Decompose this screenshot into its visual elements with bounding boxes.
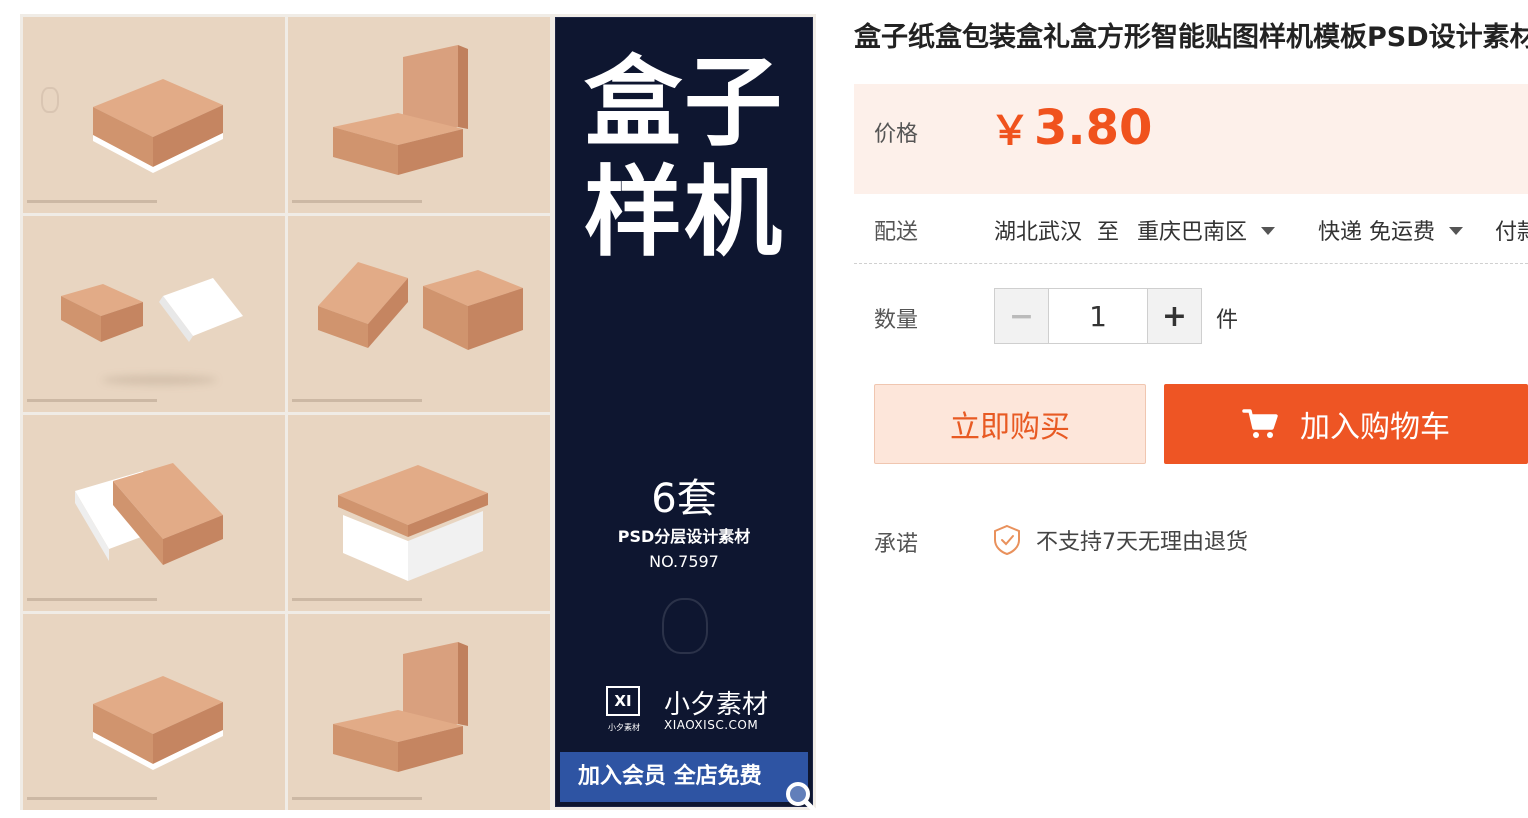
buy-now-button[interactable]: 立即购买 — [874, 384, 1146, 464]
caption-line — [27, 797, 157, 800]
caption-line — [292, 399, 422, 402]
product-gallery: 盒子 样机 6套 PSD分层设计素材 NO.7597 XI 小夕素材 小夕素材 … — [20, 14, 819, 815]
preview-thumb[interactable] — [288, 216, 550, 412]
quantity-unit: 件 — [1216, 308, 1239, 333]
buy-now-label: 立即购买 — [950, 410, 1070, 445]
delivery-origin: 湖北武汉 至 — [994, 214, 1119, 246]
brand-block: XI 小夕素材 小夕素材 XIAOXISC.COM — [606, 686, 776, 736]
delivery-row: 配送 湖北武汉 至 重庆巴南区 快递 免运费 付款 — [854, 200, 1528, 264]
box-mockup-image — [318, 262, 523, 350]
increase-button[interactable]: + — [1147, 289, 1201, 343]
price-label: 价格 — [874, 122, 919, 147]
preview-thumb[interactable] — [23, 415, 285, 611]
price-value: ￥3.80 — [990, 98, 1152, 156]
brand-logo-sub: 小夕素材 — [608, 723, 640, 732]
banner-subtitle: PSD分层设计素材 — [617, 527, 751, 546]
caption-line — [292, 200, 422, 203]
product-banner[interactable]: 盒子 样机 6套 PSD分层设计素材 NO.7597 XI 小夕素材 小夕素材 … — [555, 17, 813, 807]
banner-title-line2: 样机 — [583, 156, 784, 270]
preview-thumb[interactable] — [288, 415, 550, 611]
member-banner[interactable]: 加入会员 全店免费 — [560, 752, 808, 802]
box-mockup-image — [93, 676, 223, 770]
to-word: 至 — [1097, 220, 1120, 245]
caption-line — [27, 598, 157, 601]
caption-line — [292, 797, 422, 800]
promise-label: 承诺 — [874, 532, 919, 557]
price-number: 3.80 — [1034, 100, 1153, 156]
preview-thumb[interactable] — [23, 216, 285, 412]
brand-site: XIAOXISC.COM — [664, 718, 759, 732]
caption-line — [27, 200, 157, 203]
delivery-label: 配送 — [874, 220, 919, 245]
banner-title-line1: 盒子 — [583, 46, 784, 160]
quantity-input[interactable]: 1 — [1049, 289, 1147, 343]
decrease-button[interactable]: − — [995, 289, 1049, 343]
shield-check-icon — [994, 524, 1020, 556]
mascot-watermark-icon — [662, 598, 708, 654]
magnifier-icon[interactable] — [782, 778, 822, 818]
brand-logo: XI — [606, 686, 640, 716]
add-to-cart-button[interactable]: 加入购物车 — [1164, 384, 1528, 464]
currency-symbol: ￥ — [990, 108, 1030, 154]
box-mockup-image — [333, 45, 468, 175]
banner-set-count: 6套 — [651, 476, 717, 522]
brand-name: 小夕素材 — [664, 690, 769, 720]
destination-select[interactable]: 重庆巴南区 — [1137, 214, 1276, 246]
box-mockup-image — [75, 463, 223, 565]
add-to-cart-label: 加入购物车 — [1300, 410, 1450, 445]
preview-thumb[interactable] — [288, 614, 550, 810]
origin-city: 湖北武汉 — [994, 220, 1083, 245]
preview-thumb[interactable] — [23, 614, 285, 810]
promise-text: 不支持7天无理由退货 — [1036, 530, 1248, 555]
shipping-method-select[interactable]: 快递 免运费 — [1318, 214, 1463, 246]
box-mockup-image — [333, 642, 468, 772]
chevron-down-icon — [1449, 227, 1463, 235]
box-mockup-image — [338, 465, 488, 581]
box-mockup-image — [61, 278, 243, 342]
quantity-stepper: − 1 + — [994, 288, 1202, 344]
quantity-label: 数量 — [874, 308, 919, 333]
preview-thumb[interactable] — [288, 17, 550, 213]
price-box: 价格 ￥3.80 — [854, 84, 1528, 194]
product-title: 盒子纸盒包装盒礼盒方形智能贴图样机模板PSD设计素材 — [854, 22, 1528, 53]
caption-line — [27, 399, 157, 402]
box-mockup-image — [93, 79, 223, 173]
payment-note: 付款 — [1495, 220, 1528, 245]
cart-icon — [1242, 409, 1278, 438]
caption-line — [292, 598, 422, 601]
chevron-down-icon — [1261, 227, 1276, 235]
banner-number: NO.7597 — [649, 552, 719, 571]
destination-value: 重庆巴南区 — [1137, 220, 1248, 245]
preview-thumb[interactable] — [23, 17, 285, 213]
preview-grid — [20, 14, 552, 810]
shipping-method-value: 快递 免运费 — [1318, 220, 1435, 245]
